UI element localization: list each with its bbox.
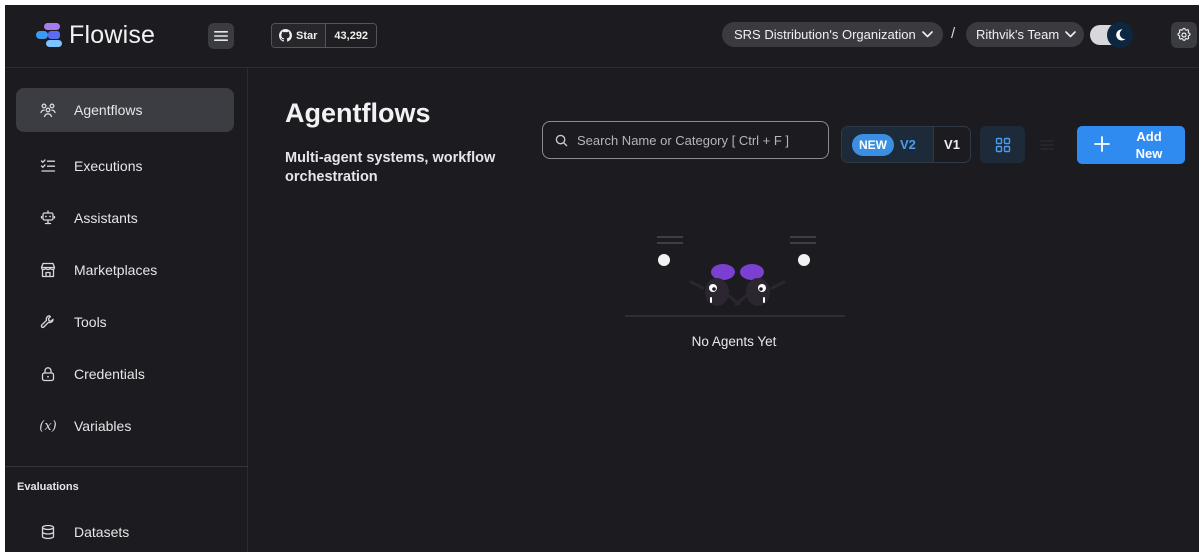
top-bar: Flowise Star 43,292 SRS Distribution's O… [5, 5, 1199, 68]
team-selector[interactable]: Rithvik's Team [966, 22, 1085, 47]
sidebar-divider [5, 466, 248, 467]
sidebar-item-agentflows[interactable]: Agentflows [16, 88, 234, 132]
search-input[interactable] [577, 132, 817, 148]
page-description: Multi-agent systems, workflow orchestrat… [285, 150, 496, 185]
sidebar-item-marketplaces[interactable]: Marketplaces [16, 248, 234, 292]
search-icon [555, 134, 568, 146]
agentflows-icon [39, 101, 57, 119]
dark-mode-toggle[interactable] [1090, 22, 1134, 48]
flowise-logo-icon [36, 23, 62, 47]
variable-icon: (x) [39, 418, 57, 434]
breadcrumb-separator: / [951, 25, 956, 42]
new-badge: NEW [852, 133, 894, 156]
sidebar-item-executions[interactable]: Executions [16, 144, 234, 188]
chevron-down-icon [1065, 31, 1076, 38]
sidebar-item-label: Executions [74, 158, 143, 174]
team-name: Rithvik's Team [976, 27, 1060, 42]
flowise-logo[interactable]: Flowise [35, 20, 155, 50]
sidebar-toggle-button[interactable] [208, 23, 234, 49]
sidebar-item-credentials[interactable]: Credentials [16, 352, 234, 396]
robot-icon [39, 209, 57, 227]
lock-icon [39, 365, 57, 383]
main-content: Agentflows Multi-agent systems, workflow… [249, 68, 1199, 552]
search-box[interactable] [542, 121, 829, 159]
sidebar-item-label: Agentflows [74, 102, 143, 118]
sidebar-item-tools[interactable]: Tools [16, 300, 234, 344]
add-new-button[interactable]: Add New [1077, 126, 1185, 164]
app-window: Flowise Star 43,292 SRS Distribution's O… [5, 5, 1199, 552]
plus-icon [1094, 136, 1110, 152]
page-title: Agentflows [285, 98, 431, 128]
evaluations-section-title: Evaluations [17, 481, 79, 493]
sidebar-item-label: Credentials [74, 366, 145, 382]
github-star-button[interactable]: Star [272, 24, 327, 47]
add-new-label: Add New [1135, 129, 1163, 161]
card-view-button[interactable] [980, 126, 1025, 163]
database-icon [39, 523, 57, 541]
version-v2-label: V2 [900, 137, 916, 152]
logo-text: Flowise [69, 20, 156, 49]
sidebar: Agentflows Executions Assistants Marketp… [5, 68, 248, 552]
sidebar-item-assistants[interactable]: Assistants [16, 196, 234, 240]
moon-icon [1116, 29, 1126, 41]
empty-state-text: No Agents Yet [691, 334, 777, 349]
store-icon [39, 261, 57, 279]
toggle-knob [1107, 22, 1133, 48]
list-icon [1040, 139, 1054, 150]
hamburger-icon [214, 31, 228, 41]
version-v1-button[interactable]: V1 [934, 127, 970, 162]
sidebar-item-variables[interactable]: (x) Variables [16, 404, 234, 448]
sidebar-item-label: Variables [74, 418, 132, 434]
chevron-down-icon [921, 31, 933, 38]
empty-state-illustration [625, 236, 845, 317]
list-view-button[interactable] [1033, 126, 1061, 163]
sidebar-item-datasets[interactable]: Datasets [16, 510, 234, 552]
sidebar-item-label: Tools [74, 314, 107, 330]
grid-icon [995, 137, 1010, 152]
settings-button[interactable] [1171, 22, 1197, 48]
github-star-count[interactable]: 43,292 [326, 24, 377, 47]
version-v2-button[interactable]: NEW V2 [842, 127, 934, 162]
sidebar-item-label: Assistants [74, 210, 138, 226]
sidebar-item-label: Datasets [74, 524, 130, 540]
github-star-label: Star [296, 29, 318, 42]
organization-selector[interactable]: SRS Distribution's Organization [722, 22, 943, 47]
executions-list-icon [39, 157, 57, 175]
organization-name: SRS Distribution's Organization [734, 27, 916, 42]
github-star-widget[interactable]: Star 43,292 [271, 23, 378, 48]
version-toggle-group: NEW V2 V1 [841, 126, 971, 163]
sidebar-item-label: Marketplaces [74, 262, 158, 278]
github-icon [279, 29, 292, 42]
tool-icon [39, 313, 57, 331]
gear-icon [1177, 27, 1191, 41]
